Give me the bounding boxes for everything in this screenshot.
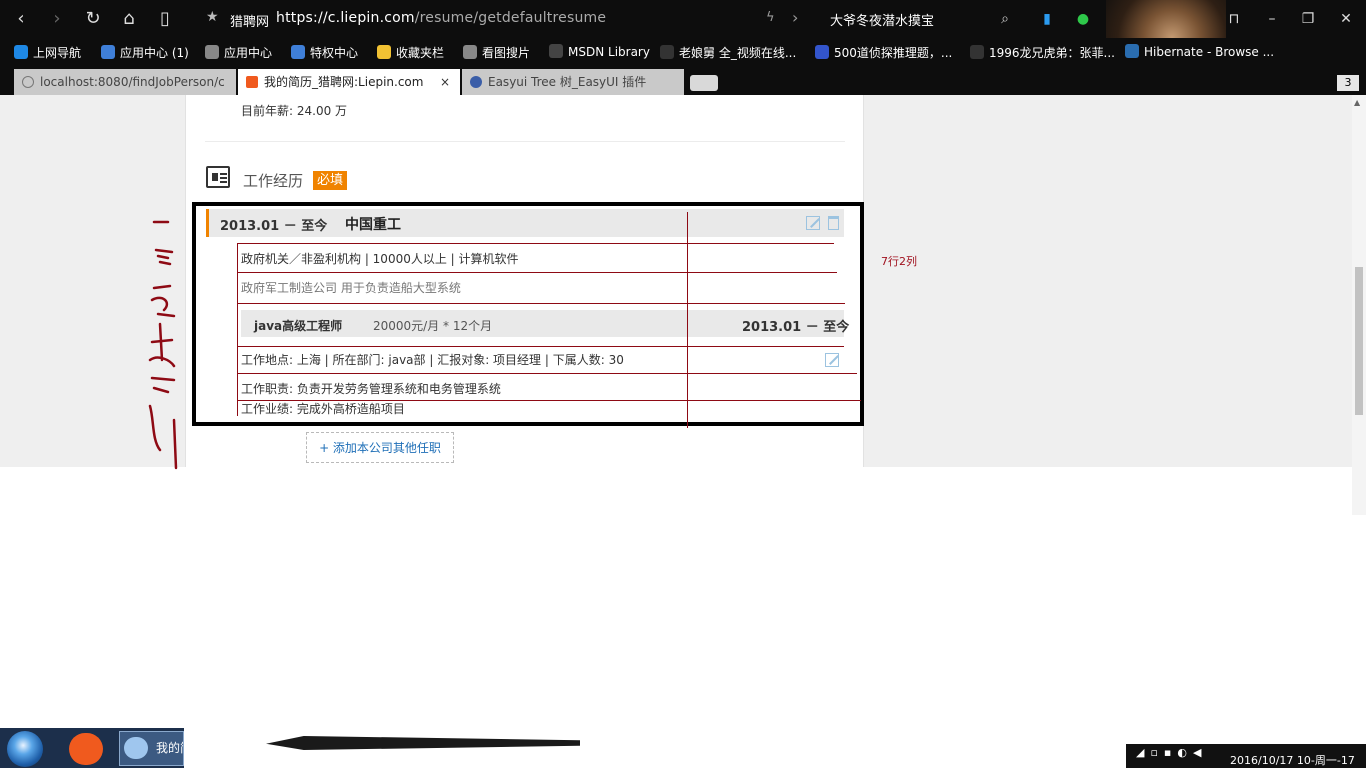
job-duty: 工作职责: 负责开发劳务管理系统和电务管理系统 [241, 382, 501, 396]
bookmark-item[interactable]: 应用中心 [205, 44, 272, 61]
56-icon [970, 45, 984, 59]
edit-job-icon[interactable] [825, 353, 839, 367]
tab-easyui[interactable]: Easyui Tree 树_EasyUI 插件 [462, 69, 684, 95]
company-date-range: 2013.01 － 至今 [220, 219, 328, 234]
refresh-icon[interactable]: ↻ [82, 8, 104, 30]
grid-left-border [237, 244, 238, 416]
table-size-annotation: 7行2列 [881, 255, 917, 268]
tab-strip: localhost:8080/findJobPerson/c 我的简历_猎聘网:… [0, 67, 1366, 95]
tray-icons[interactable]: ◢▫▪◐◀ [1136, 746, 1207, 759]
job-salary: 20000元/月 * 12个月 [373, 319, 493, 333]
forward-icon[interactable]: › [46, 8, 68, 30]
cloud-icon [101, 45, 115, 59]
browser-app-icon [124, 737, 148, 759]
56-icon [660, 45, 674, 59]
tab-count-badge[interactable]: 3 [1337, 75, 1359, 91]
ie-icon [14, 45, 28, 59]
address-bar[interactable]: https://c.liepin.com/resume/getdefaultre… [276, 10, 606, 26]
work-experience-icon [206, 166, 230, 188]
delete-company-icon[interactable] [828, 216, 839, 230]
bookmark-item[interactable]: MSDN Library [549, 44, 650, 59]
liepin-logo-icon [246, 76, 258, 88]
job-date-range: 2013.01 － 至今 [742, 320, 850, 335]
minimize-icon[interactable]: – [1260, 8, 1284, 30]
add-position-button[interactable]: + 添加本公司其他任职 [306, 432, 454, 463]
bookmarks-bar: 上网导航 应用中心 (1) 应用中心 特权中心 收藏夹栏 看图搜片 MSDN L… [0, 38, 1366, 67]
phone-icon[interactable]: ▮ [1036, 8, 1058, 30]
folder-icon [377, 45, 391, 59]
close-tab-icon[interactable]: × [440, 69, 450, 95]
paw-icon [815, 45, 829, 59]
bookmark-item[interactable]: 应用中心 (1) [101, 44, 189, 61]
bookmark-item[interactable]: 1996龙兄虎弟：张菲... [970, 44, 1115, 61]
grid-row-line [237, 243, 834, 244]
company-description: 政府军工制造公司 用于负责造船大型系统 [241, 281, 461, 295]
required-badge: 必填 [313, 171, 348, 190]
bookmark-item[interactable]: Hibernate - Browse ... [1125, 44, 1274, 59]
url-path: /resume/getdefaultresume [414, 10, 607, 26]
handwritten-scribble [148, 220, 178, 470]
search-icon[interactable]: ⌕ [994, 8, 1016, 30]
restore-icon[interactable]: ❐ [1296, 8, 1320, 30]
bookmark-item[interactable]: 老娘舅 全_视频在线... [660, 44, 796, 61]
page-scrollbar[interactable]: ▲ [1352, 95, 1366, 515]
edit-company-icon[interactable] [806, 216, 820, 230]
reader-icon[interactable]: ▯ [154, 8, 176, 30]
grid-row-line [237, 400, 861, 401]
grid-row-line [237, 373, 857, 374]
taskbar-clock[interactable]: 2016/10/17 10-周一-17 [1230, 752, 1355, 768]
close-window-icon[interactable]: ✕ [1334, 8, 1358, 30]
job-title: java高级工程师 [254, 319, 343, 333]
bookmark-item[interactable]: 500道侦探推理题，... [815, 44, 952, 61]
company-industry: 政府机关／非盈利机构 | 10000人以上 | 计算机软件 [241, 252, 519, 266]
grid-column-divider [687, 212, 688, 428]
msdn-icon [549, 44, 563, 58]
scroll-up-icon[interactable]: ▲ [1354, 98, 1360, 107]
section-divider [205, 141, 845, 142]
bookmark-item[interactable]: 特权中心 [291, 44, 358, 61]
bookmark-item[interactable]: 收藏夹栏 [377, 44, 444, 61]
chevron-right-icon[interactable]: › [792, 8, 798, 27]
tab-localhost[interactable]: localhost:8080/findJobPerson/c [14, 69, 236, 95]
globe-icon [22, 76, 34, 88]
grid-row-line [237, 272, 837, 273]
foxmail-icon[interactable] [69, 733, 103, 765]
scrollbar-thumb[interactable] [1355, 267, 1363, 415]
bookmark-item[interactable]: 看图搜片 [463, 44, 530, 61]
site-name: 猎聘网 [230, 15, 270, 30]
back-icon[interactable]: ‹ [10, 8, 32, 30]
globe-icon [205, 45, 219, 59]
browser-titlebar: ‹ › ↻ ⌂ ▯ ★ 猎聘网 https://c.liepin.com/res… [0, 0, 1366, 95]
home-icon[interactable]: ⌂ [118, 8, 140, 30]
grid-row-line [237, 346, 844, 347]
wechat-icon[interactable]: ● [1072, 8, 1094, 30]
cloud-icon [291, 45, 305, 59]
url-host: https://c.liepin.com [276, 10, 415, 26]
floating-dock[interactable] [266, 736, 580, 750]
windows-start-icon[interactable] [7, 731, 43, 767]
bookmark-item[interactable]: 上网导航 [14, 44, 81, 61]
speed-mode-icon[interactable]: ϟ [766, 10, 775, 25]
globe-icon [463, 45, 477, 59]
current-salary: 目前年薪: 24.00 万 [241, 104, 348, 118]
tshirt-skin-icon[interactable]: ⊓ [1222, 8, 1246, 30]
job-result: 工作业绩: 完成外高桥造船项目 [241, 402, 405, 416]
tab-liepin-resume[interactable]: 我的简历_猎聘网:Liepin.com × [238, 69, 460, 95]
favorite-star-icon[interactable]: ★ [206, 9, 219, 25]
section-title: 工作经历 [243, 172, 304, 190]
sf-icon [1125, 44, 1139, 58]
easyui-logo-icon [470, 76, 482, 88]
grid-row-line [237, 303, 845, 304]
news-headline[interactable]: 大爷冬夜潜水摸宝 [830, 10, 934, 29]
job-location-details: 工作地点: 上海 | 所在部门: java部 | 汇报对象: 项目经理 | 下属… [241, 353, 624, 367]
company-name: 中国重工 [345, 217, 401, 233]
new-tab-button[interactable] [690, 75, 718, 91]
